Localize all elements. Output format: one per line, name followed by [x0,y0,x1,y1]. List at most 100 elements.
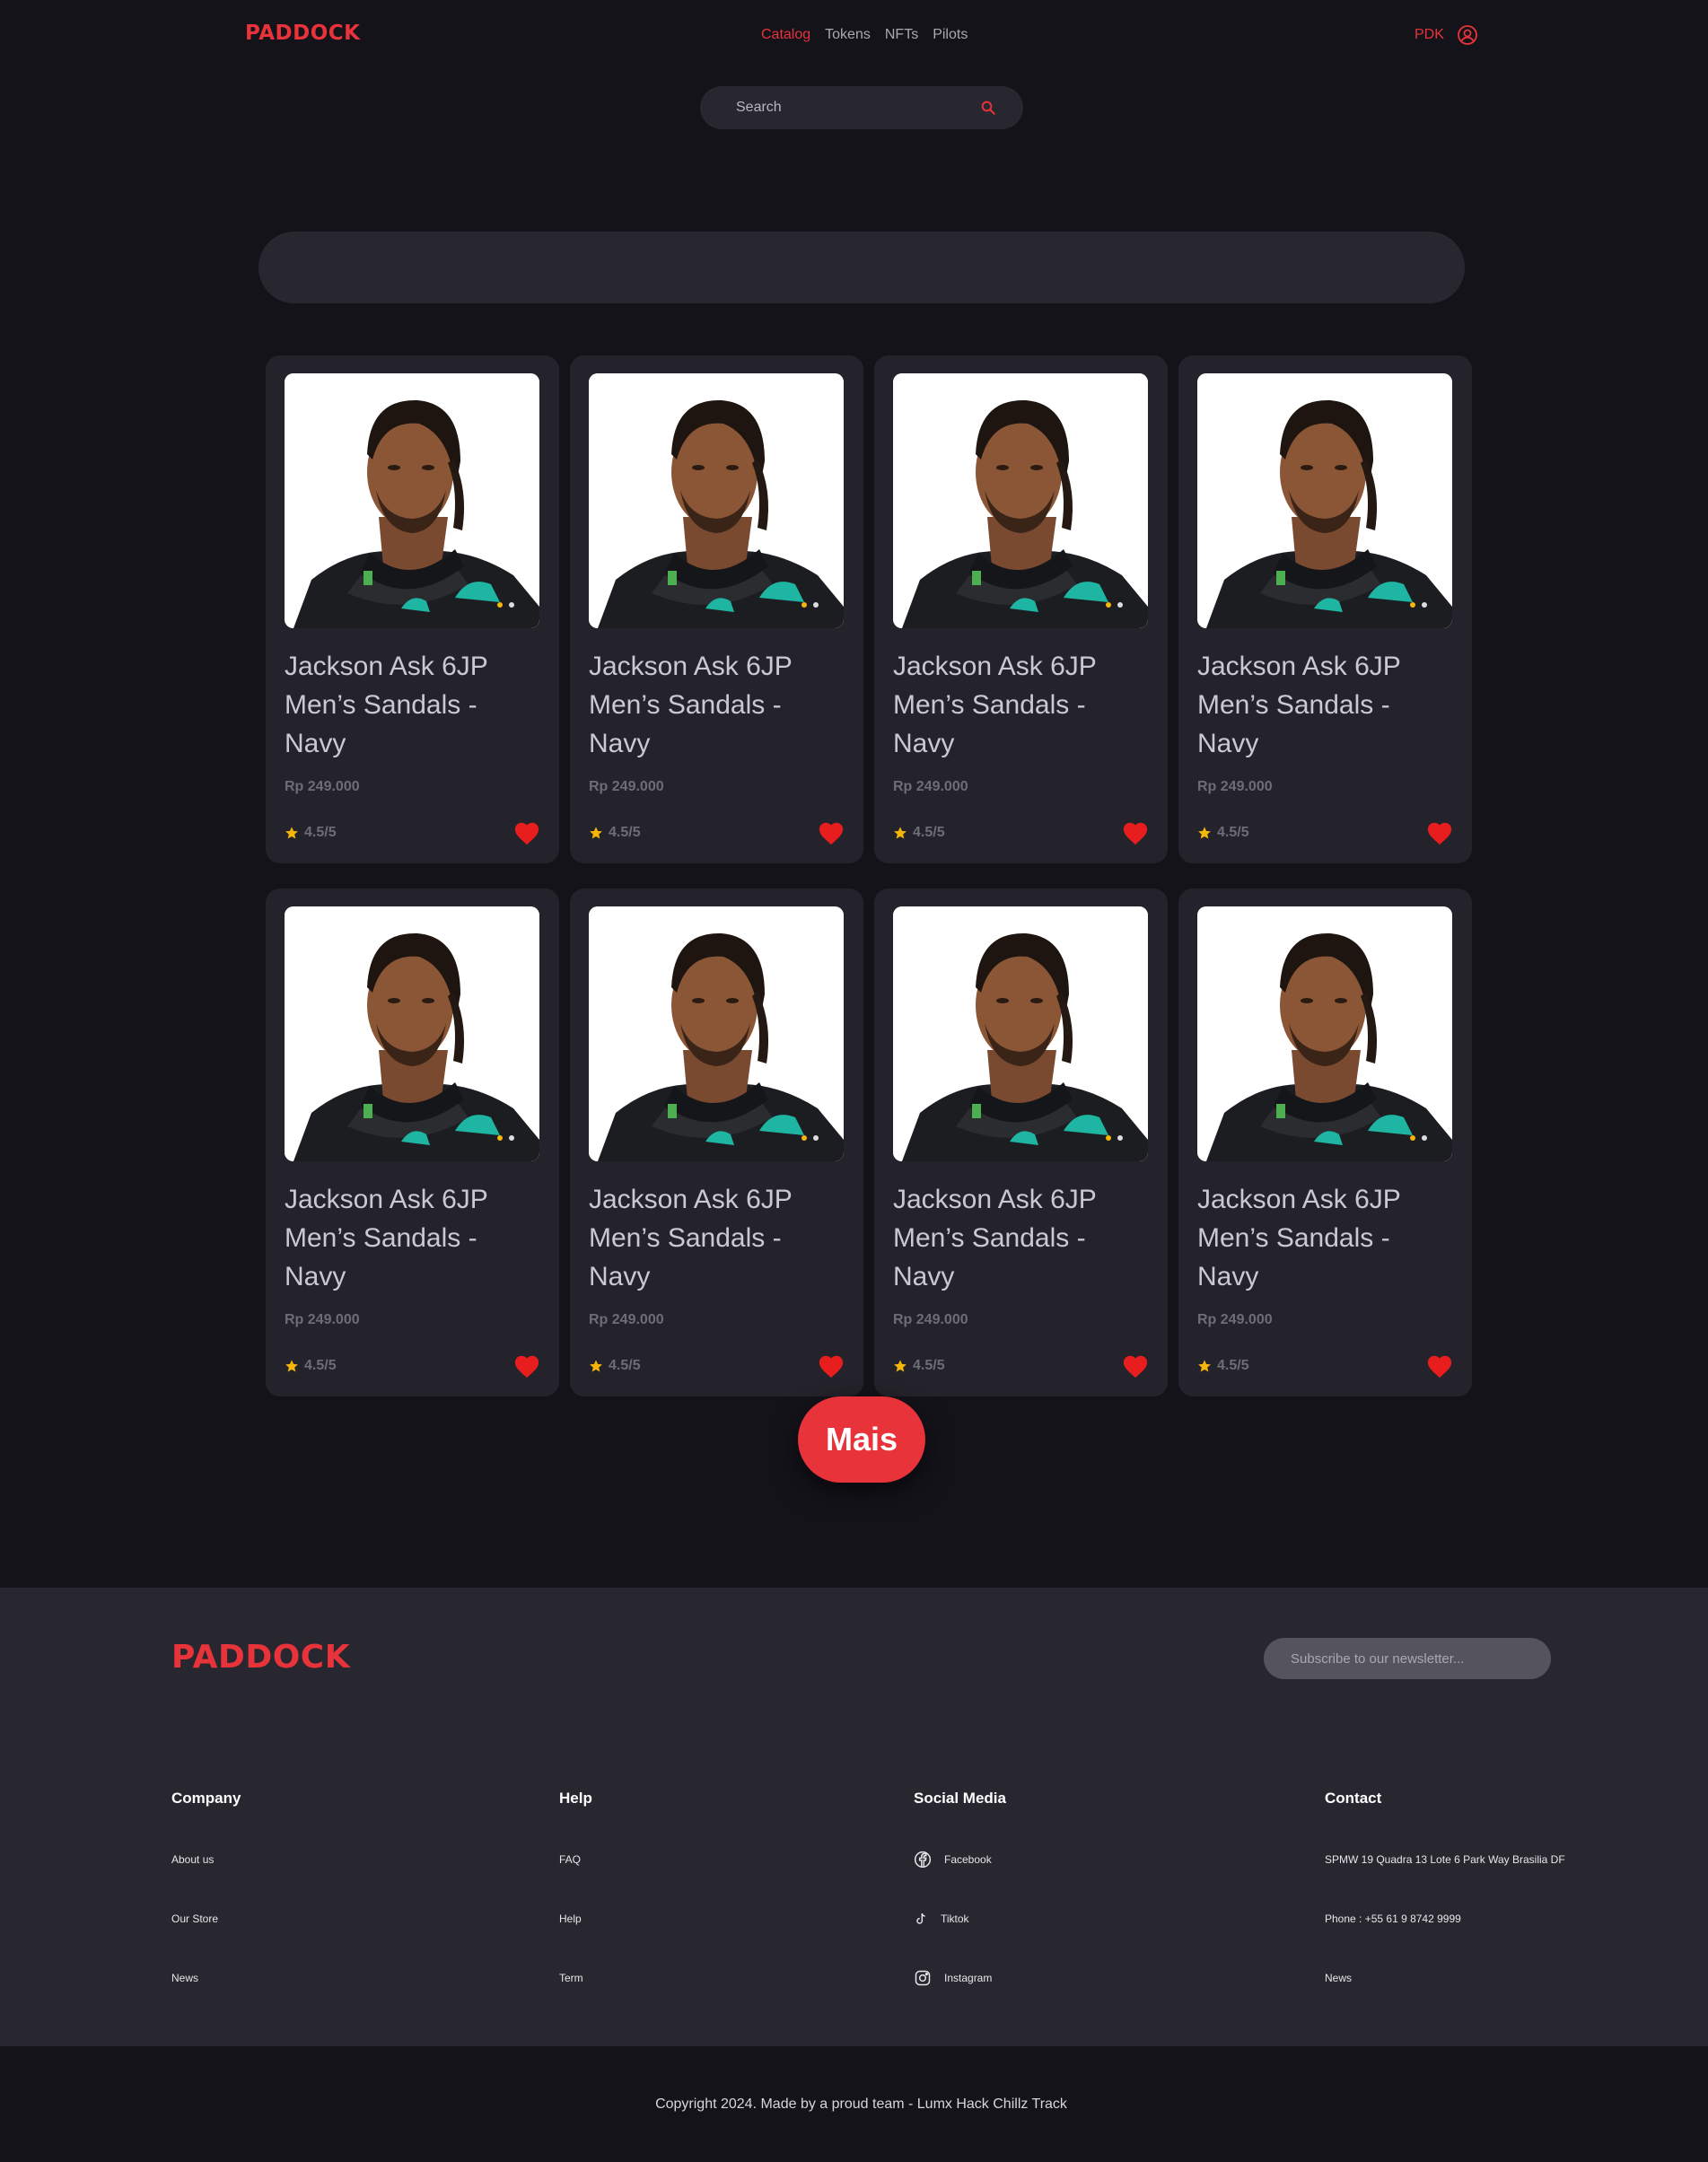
footer-link-faq[interactable]: FAQ [559,1852,592,1867]
product-image[interactable] [1197,373,1452,628]
product-title[interactable]: Jackson Ask 6JP Men’s Sandals - Navy [589,1180,822,1296]
nav-pilots[interactable]: Pilots [933,27,968,43]
rating-value: 4.5/5 [609,825,641,840]
footer-logo[interactable]: PADDOCK [171,1639,350,1676]
link-label[interactable]: News [1325,1972,1352,1984]
contact-phone: Phone : +55 61 9 8742 9999 [1325,1912,1565,1926]
footer-link-contact-news[interactable]: News [1325,1971,1565,1985]
product-image[interactable] [285,906,539,1161]
nav-catalog[interactable]: Catalog [761,27,810,43]
footer-heading-social: Social Media [914,1790,1006,1807]
product-grid: Jackson Ask 6JP Men’s Sandals - Navy Rp … [266,355,1472,1396]
link-label[interactable]: Help [559,1913,582,1925]
product-title[interactable]: Jackson Ask 6JP Men’s Sandals - Navy [893,647,1126,763]
main-nav: Catalog Tokens NFTs Pilots [761,27,968,43]
star-icon [1198,1360,1211,1372]
star-icon [894,827,907,839]
card-footer: 4.5/5 [893,820,1149,845]
link-label[interactable]: News [171,1972,198,1984]
footer-link-facebook[interactable]: Facebook [914,1851,1006,1869]
product-image[interactable] [1197,906,1452,1161]
product-card[interactable]: Jackson Ask 6JP Men’s Sandals - Navy Rp … [1178,355,1472,863]
link-label[interactable]: Our Store [171,1913,218,1925]
rating-value: 4.5/5 [913,1358,945,1373]
product-rating: 4.5/5 [893,825,945,841]
card-footer: 4.5/5 [1197,820,1453,845]
facebook-icon [914,1851,932,1869]
link-label[interactable]: Term [559,1972,583,1984]
favorite-heart-icon[interactable] [1426,1353,1453,1379]
card-footer: 4.5/5 [589,820,845,845]
nav-tokens[interactable]: Tokens [825,27,871,43]
product-price: Rp 249.000 [893,779,968,794]
product-title[interactable]: Jackson Ask 6JP Men’s Sandals - Navy [285,647,518,763]
link-label[interactable]: Facebook [944,1853,992,1866]
product-price: Rp 249.000 [285,1312,360,1327]
product-rating: 4.5/5 [589,1358,641,1374]
link-label[interactable]: About us [171,1853,214,1866]
product-card[interactable]: Jackson Ask 6JP Men’s Sandals - Navy Rp … [570,355,863,863]
newsletter-input[interactable] [1291,1650,1524,1667]
product-card[interactable]: Jackson Ask 6JP Men’s Sandals - Navy Rp … [266,355,559,863]
product-card[interactable]: Jackson Ask 6JP Men’s Sandals - Navy Rp … [874,888,1168,1396]
favorite-heart-icon[interactable] [818,820,845,845]
footer-link-help[interactable]: Help [559,1912,592,1926]
nav-nfts[interactable]: NFTs [885,27,918,43]
newsletter-field [1264,1638,1551,1679]
product-card[interactable]: Jackson Ask 6JP Men’s Sandals - Navy Rp … [570,888,863,1396]
user-circle-icon[interactable] [1457,24,1478,46]
site-header: PADDOCK Catalog Tokens NFTs Pilots PDK [0,0,1708,72]
footer-link-store[interactable]: Our Store [171,1912,241,1926]
search-input[interactable] [736,100,980,116]
load-more-button[interactable]: Mais [798,1396,925,1483]
product-card[interactable]: Jackson Ask 6JP Men’s Sandals - Navy Rp … [266,888,559,1396]
star-icon [1198,827,1211,839]
star-icon [285,1360,298,1372]
favorite-heart-icon[interactable] [1122,1353,1149,1379]
rating-value: 4.5/5 [913,825,945,840]
product-card[interactable]: Jackson Ask 6JP Men’s Sandals - Navy Rp … [874,355,1168,863]
product-image[interactable] [589,906,844,1161]
site-footer: PADDOCK Company About us Our Store News … [0,1588,1708,2046]
star-icon [590,827,602,839]
contact-address: SPMW 19 Quadra 13 Lote 6 Park Way Brasil… [1325,1852,1565,1867]
footer-link-term[interactable]: Term [559,1971,592,1985]
product-image[interactable] [893,373,1148,628]
footer-heading-company: Company [171,1790,241,1807]
favorite-heart-icon[interactable] [818,1353,845,1379]
link-label[interactable]: FAQ [559,1853,581,1866]
favorite-heart-icon[interactable] [1122,820,1149,845]
copyright-text: Copyright 2024. Made by a proud team - L… [655,2096,1067,2112]
footer-link-instagram[interactable]: Instagram [914,1970,1006,1986]
product-price: Rp 249.000 [589,1312,664,1327]
product-title[interactable]: Jackson Ask 6JP Men’s Sandals - Navy [285,1180,518,1296]
link-label[interactable]: Tiktok [941,1913,969,1925]
footer-link-tiktok[interactable]: Tiktok [914,1912,1006,1926]
search-icon[interactable] [980,100,996,116]
link-label[interactable]: Instagram [944,1972,992,1984]
favorite-heart-icon[interactable] [513,1353,540,1379]
currency-label[interactable]: PDK [1415,27,1444,43]
product-title[interactable]: Jackson Ask 6JP Men’s Sandals - Navy [1197,1180,1431,1296]
product-image[interactable] [589,373,844,628]
card-footer: 4.5/5 [285,1353,540,1379]
product-title[interactable]: Jackson Ask 6JP Men’s Sandals - Navy [893,1180,1126,1296]
favorite-heart-icon[interactable] [513,820,540,845]
product-title[interactable]: Jackson Ask 6JP Men’s Sandals - Navy [1197,647,1431,763]
product-price: Rp 249.000 [1197,1312,1273,1327]
rating-value: 4.5/5 [304,825,337,840]
footer-col-contact: Contact SPMW 19 Quadra 13 Lote 6 Park Wa… [1325,1790,1565,2030]
rating-value: 4.5/5 [1217,825,1249,840]
star-icon [590,1360,602,1372]
product-card[interactable]: Jackson Ask 6JP Men’s Sandals - Navy Rp … [1178,888,1472,1396]
product-image[interactable] [285,373,539,628]
favorite-heart-icon[interactable] [1426,820,1453,845]
footer-col-social: Social Media Facebook Tiktok Instagram [914,1790,1006,2030]
product-image[interactable] [893,906,1148,1161]
footer-link-news[interactable]: News [171,1971,241,1985]
paddock-logo[interactable]: PADDOCK [245,22,360,45]
card-footer: 4.5/5 [1197,1353,1453,1379]
footer-link-about[interactable]: About us [171,1852,241,1867]
product-price: Rp 249.000 [285,779,360,794]
product-title[interactable]: Jackson Ask 6JP Men’s Sandals - Navy [589,647,822,763]
